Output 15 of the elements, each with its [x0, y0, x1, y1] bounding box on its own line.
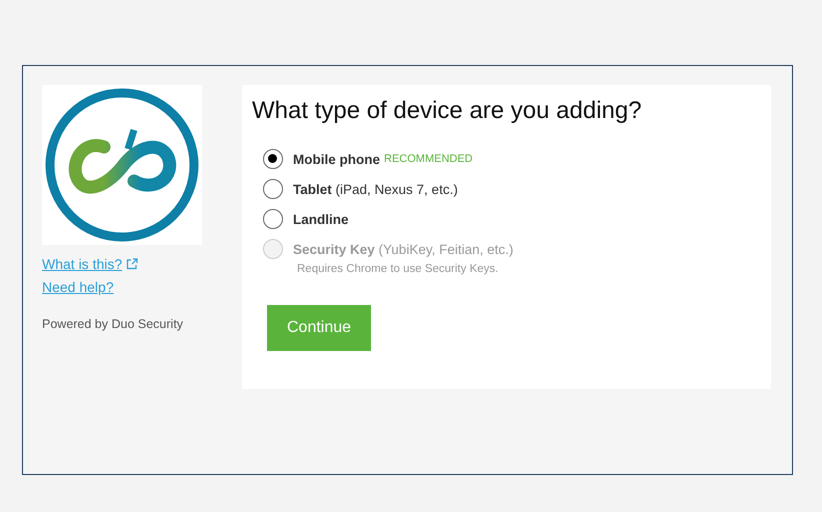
option-label: Tablet (iPad, Nexus 7, etc.)	[293, 182, 458, 196]
radio-button[interactable]	[263, 149, 283, 169]
radio-button[interactable]	[263, 209, 283, 229]
option-label: Security Key (YubiKey, Feitian, etc.)	[293, 242, 514, 256]
option-label: Mobile phone	[293, 152, 380, 166]
continue-button[interactable]: Continue	[267, 305, 372, 351]
help-link[interactable]: What is this?	[42, 256, 138, 272]
form-title: What type of device are you adding?	[252, 97, 643, 125]
help-link[interactable]: Need help?	[42, 279, 114, 295]
external-link-icon	[126, 258, 138, 270]
option-label: Landline	[293, 212, 349, 226]
powered-by-text: Powered by Duo Security	[42, 317, 184, 331]
option-note: Requires Chrome to use Security Keys.	[297, 263, 500, 275]
radio-button[interactable]	[263, 179, 283, 199]
recommended-tag: RECOMMENDED	[384, 153, 473, 165]
